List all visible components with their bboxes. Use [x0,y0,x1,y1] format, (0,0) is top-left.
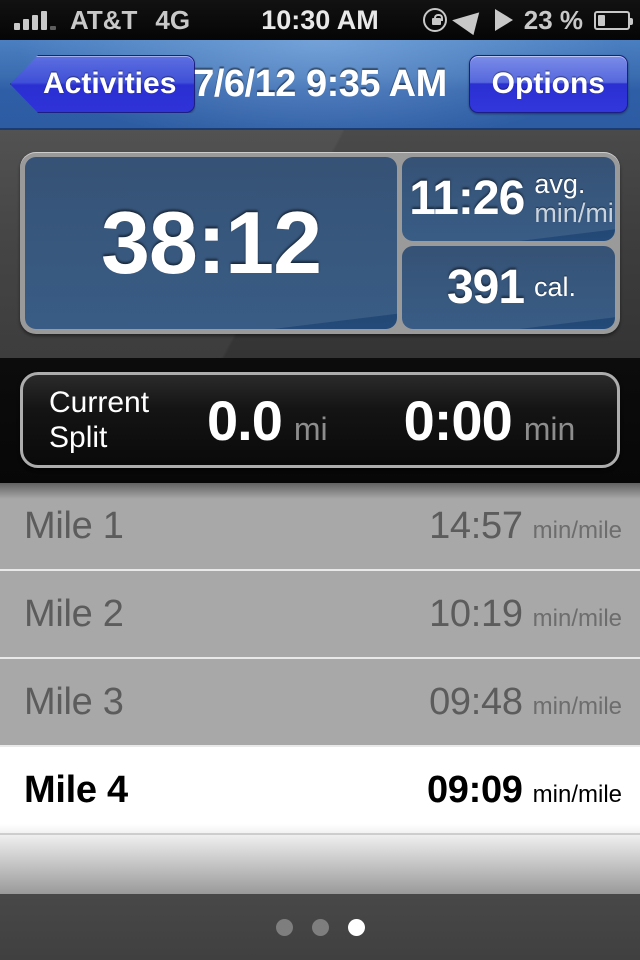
battery-percent-label: 23 % [523,4,583,35]
splits-list[interactable]: Mile 1 14:57 min/mile Mile 2 10:19 min/m… [0,483,640,894]
split-pace: 09:48 [429,680,523,723]
summary-stats-panel: 38:12 11:26 avg. min/mi 391 cal. [20,152,620,334]
rotation-lock-icon [422,8,447,32]
options-button-label: Options [491,67,605,100]
current-split-bar[interactable]: Current Split 0.0 mi 0:00 min [20,372,620,468]
split-pace: 09:09 [426,768,523,811]
split-pace-unit: min/mile [532,604,622,632]
current-split-distance-unit: mi [293,410,328,447]
split-pace-group: 14:57 min/mile [429,505,622,548]
split-pace-unit: min/mile [532,692,622,720]
current-split-distance: 0.0 mi [207,388,328,453]
split-pace-unit: min/mile [532,780,622,808]
secondary-stats-column: 11:26 avg. min/mi 391 cal. [402,157,615,329]
average-pace-unit-line1: avg. [534,169,586,200]
table-row[interactable]: Mile 1 14:57 min/mile [0,483,640,571]
average-pace-unit-line2: min/mi [534,197,614,228]
table-row[interactable]: Mile 3 09:48 min/mile [0,659,640,747]
split-pace: 10:19 [429,592,523,635]
current-split-label-line2: Split [49,421,108,454]
calories-cell[interactable]: 391 cal. [402,245,615,329]
page-control[interactable] [0,894,640,960]
page-dot-3[interactable] [347,918,365,936]
split-name: Mile 1 [24,504,124,547]
split-pace-unit: min/mile [532,516,622,544]
split-pace-group: 10:19 min/mile [429,593,622,636]
calories-value: 391 [446,260,525,314]
current-split-label-line1: Current [49,385,150,419]
current-split-label: Current Split [49,385,199,455]
options-button[interactable]: Options [468,55,628,113]
elapsed-time-value: 38:12 [100,193,322,292]
average-pace-cell[interactable]: 11:26 avg. min/mi [402,157,615,241]
app-screen: AT&T 4G 10:30 AM 23 % Activities 7/6/12 … [0,0,640,960]
split-pace-group: 09:48 min/mile [429,681,622,724]
status-bar: AT&T 4G 10:30 AM 23 % [0,0,640,40]
table-row-active[interactable]: Mile 4 09:09 min/mile [0,747,640,835]
battery-icon [594,10,633,30]
status-bar-right: 23 % [422,4,633,36]
page-dot-2[interactable] [311,918,329,936]
current-split-time-unit: min [523,410,576,447]
current-split-distance-value: 0.0 [207,388,283,452]
elapsed-time-cell[interactable]: 38:12 [25,157,397,329]
current-split-area: Current Split 0.0 mi 0:00 min [0,358,640,483]
split-name: Mile 2 [24,592,124,635]
split-pace: 14:57 [429,504,523,547]
split-name: Mile 3 [24,680,124,723]
page-dot-1[interactable] [275,918,293,936]
navigation-bar: Activities 7/6/12 9:35 AM Options [0,40,640,130]
current-split-time-value: 0:00 [403,388,513,452]
average-pace-unit: avg. min/mi [534,170,614,227]
table-row[interactable]: Mile 2 10:19 min/mile [0,571,640,659]
play-triangle-icon [494,9,513,31]
split-pace-group: 09:09 min/mile [427,769,622,812]
calories-unit: cal. [534,272,577,303]
current-split-time: 0:00 min [404,388,576,453]
summary-stats-area: 38:12 11:26 avg. min/mi 391 cal. [0,130,640,358]
split-name: Mile 4 [24,768,128,811]
location-arrow-icon [451,4,490,36]
average-pace-value: 11:26 [409,172,525,226]
